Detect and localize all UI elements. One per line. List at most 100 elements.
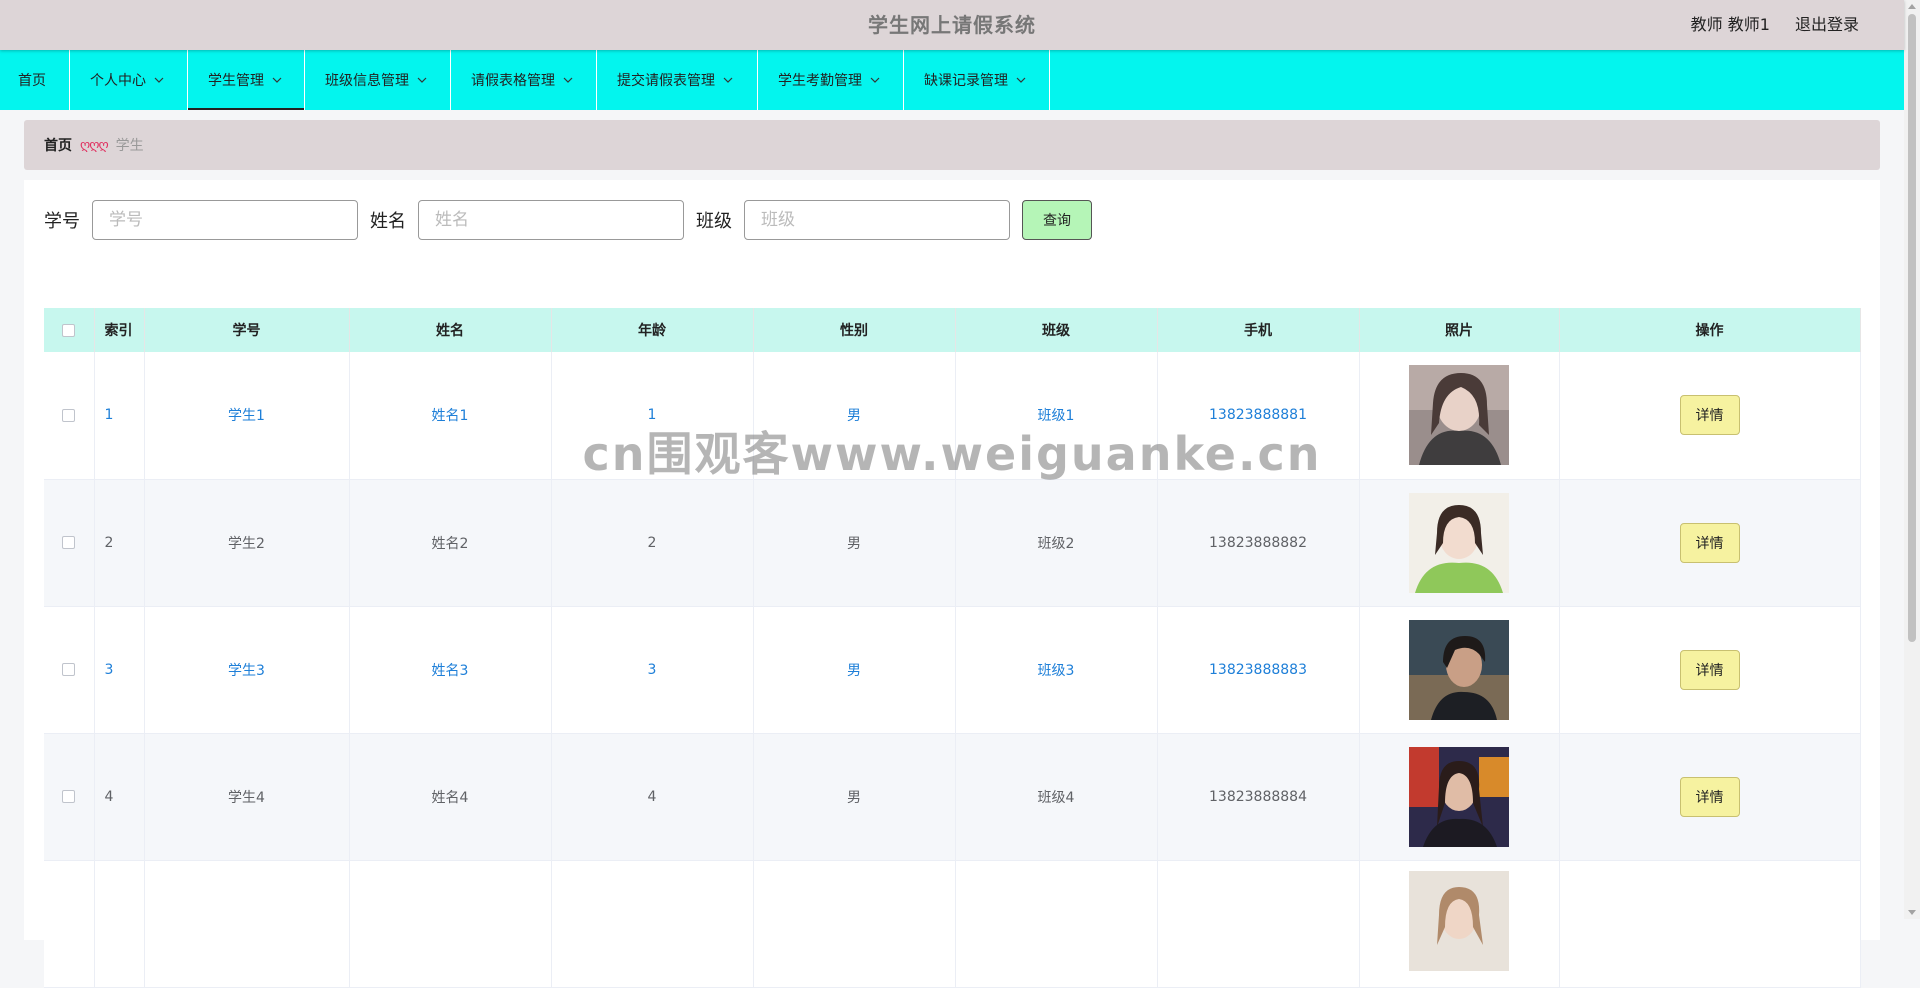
cell-photo [1359, 733, 1560, 860]
class-label: 班级 [696, 211, 732, 232]
scroll-down-arrow-icon[interactable] [1908, 910, 1916, 915]
column-header-index: 索引 [94, 308, 145, 352]
nav-item-class-info-management[interactable]: 班级信息管理 [305, 50, 451, 110]
scrollbar-thumb[interactable] [1908, 14, 1916, 642]
student-no-input[interactable] [92, 200, 358, 240]
student-photo [1409, 746, 1509, 847]
row-checkbox[interactable] [62, 536, 76, 549]
cell-age [551, 860, 754, 987]
table-row[interactable]: 2 学生2 姓名2 2 男 班级2 13823888882 详情 [44, 479, 1861, 606]
cell-student-no: 学生3 [144, 606, 350, 733]
chevron-down-icon [870, 77, 880, 83]
nav-item-label: 个人中心 [90, 73, 146, 89]
table-row[interactable]: 4 学生4 姓名4 4 男 班级4 13823888884 详情 [44, 733, 1861, 860]
detail-button[interactable]: 详情 [1679, 395, 1740, 436]
nav-item-label: 缺课记录管理 [924, 73, 1008, 89]
cell-class: 班级1 [955, 352, 1158, 479]
table-row[interactable]: 3 学生3 姓名3 3 男 班级3 13823888883 详情 [44, 606, 1861, 733]
cell-gender: 男 [753, 733, 956, 860]
nav-item-label: 班级信息管理 [325, 73, 409, 89]
chevron-down-icon [272, 77, 282, 83]
nav-item-student-management[interactable]: 学生管理 [188, 50, 305, 110]
detail-button[interactable]: 详情 [1679, 776, 1740, 817]
cell-index: 1 [94, 352, 145, 479]
column-header-actions: 操作 [1559, 308, 1861, 352]
row-select-cell [44, 479, 95, 606]
column-header-name: 姓名 [349, 308, 552, 352]
student-table: 索引 学号 姓名 年龄 性别 班级 手机 照片 操作 1 学生1 姓名1 1 男… [44, 308, 1861, 988]
cell-phone: 13823888883 [1157, 606, 1360, 733]
row-select-cell [44, 733, 95, 860]
cell-photo [1359, 479, 1560, 606]
cell-index [94, 860, 145, 987]
cell-photo [1359, 352, 1560, 479]
cell-actions: 详情 [1559, 352, 1861, 479]
cell-gender [753, 860, 956, 987]
class-input[interactable] [744, 200, 1010, 240]
nav-item-submitted-leave-management[interactable]: 提交请假表管理 [597, 50, 758, 110]
current-user: 教师 教师1 [1690, 15, 1770, 34]
chevron-down-icon [417, 77, 427, 83]
chevron-down-icon [563, 77, 573, 83]
cell-gender: 男 [753, 352, 956, 479]
cell-class: 班级2 [955, 479, 1158, 606]
name-input[interactable] [418, 200, 684, 240]
cell-name: 姓名1 [349, 352, 552, 479]
student-photo [1409, 365, 1509, 466]
student-photo [1409, 619, 1509, 720]
select-all-checkbox[interactable] [62, 323, 76, 337]
cell-name: 姓名2 [349, 479, 552, 606]
chevron-down-icon [723, 77, 733, 83]
column-header-photo: 照片 [1359, 308, 1560, 352]
chevron-down-icon [154, 77, 164, 83]
student-photo [1409, 870, 1509, 971]
cell-student-no [144, 860, 350, 987]
cell-phone: 13823888882 [1157, 479, 1360, 606]
cell-actions: 详情 [1559, 479, 1861, 606]
cell-index: 4 [94, 733, 145, 860]
table-row-partial[interactable] [44, 860, 1861, 987]
breadcrumb-home[interactable]: 首页 [44, 135, 72, 155]
user-area: 教师 教师1 退出登录 [1671, 0, 1859, 50]
logout-link[interactable]: 退出登录 [1795, 15, 1859, 34]
row-checkbox[interactable] [62, 408, 76, 422]
scroll-up-arrow-icon[interactable] [1908, 4, 1916, 9]
nav-item-label: 学生考勤管理 [778, 73, 862, 89]
cell-age: 3 [551, 606, 754, 733]
detail-button[interactable]: 详情 [1679, 649, 1740, 690]
nav-item-leave-form-management[interactable]: 请假表格管理 [451, 50, 597, 110]
nav-item-label: 请假表格管理 [471, 73, 555, 89]
cell-age: 4 [551, 733, 754, 860]
detail-button[interactable]: 详情 [1679, 522, 1740, 563]
cell-name [349, 860, 552, 987]
cell-phone: 13823888881 [1157, 352, 1360, 479]
nav-item-absence-record-management[interactable]: 缺课记录管理 [904, 50, 1050, 110]
main-nav: 首页 个人中心 学生管理 班级信息管理 请假表格管理 提交请假表管理 学生考勤管… [0, 50, 1904, 110]
cell-name: 姓名3 [349, 606, 552, 733]
select-all-cell [44, 308, 95, 352]
row-checkbox[interactable] [62, 663, 76, 676]
cell-phone [1157, 860, 1360, 987]
row-select-cell [44, 860, 95, 987]
nav-item-label: 提交请假表管理 [617, 73, 715, 89]
cell-gender: 男 [753, 479, 956, 606]
table-row[interactable]: 1 学生1 姓名1 1 男 班级1 13823888881 详情 [44, 352, 1861, 479]
search-form: 学号 姓名 班级 查询 [44, 200, 1092, 240]
query-button[interactable]: 查询 [1022, 200, 1092, 240]
cell-gender: 男 [753, 606, 956, 733]
row-checkbox[interactable] [62, 790, 76, 803]
cell-name: 姓名4 [349, 733, 552, 860]
student-no-label: 学号 [44, 211, 80, 232]
cell-class [955, 860, 1158, 987]
page-scrollbar[interactable] [1904, 0, 1920, 919]
nav-item-personal-center[interactable]: 个人中心 [70, 50, 188, 110]
nav-item-home[interactable]: 首页 [0, 50, 70, 110]
cell-class: 班级3 [955, 606, 1158, 733]
column-header-class: 班级 [955, 308, 1158, 352]
nav-item-attendance-management[interactable]: 学生考勤管理 [758, 50, 904, 110]
cell-actions [1559, 860, 1861, 987]
app-title: 学生网上请假系统 [868, 13, 1036, 37]
row-select-cell [44, 606, 95, 733]
cell-actions: 详情 [1559, 606, 1861, 733]
nav-item-label: 学生管理 [208, 73, 264, 89]
